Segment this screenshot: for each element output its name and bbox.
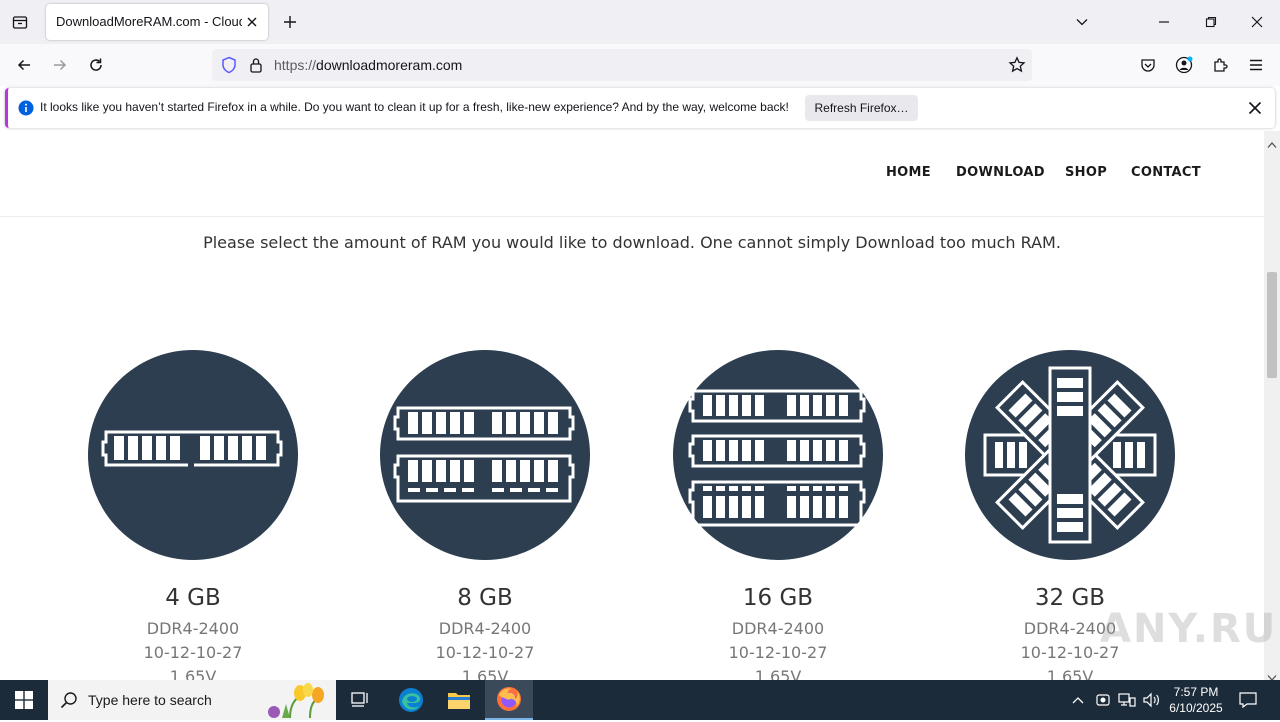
notification-message: It looks like you haven’t started Firefo… <box>40 100 789 114</box>
nav-bar: https://downloadmoreram.com <box>0 44 1280 86</box>
ram-star-icon[interactable] <box>965 345 1175 565</box>
edge-icon[interactable] <box>387 680 435 720</box>
close-notification-icon[interactable] <box>1245 98 1265 118</box>
nav-contact[interactable]: CONTACT <box>1131 165 1201 180</box>
product-timings: 10-12-10-27 <box>143 643 243 662</box>
site-nav: HOME DOWNLOAD SHOP CONTACT <box>0 131 1264 217</box>
url-host: downloadmoreram.com <box>316 57 463 73</box>
scroll-thumb[interactable] <box>1267 272 1277 378</box>
refresh-notification: It looks like you haven’t started Firefo… <box>5 88 1275 128</box>
product-timings: 10-12-10-27 <box>435 643 535 662</box>
product-specs: DDR4-2400 10-12-10-27 1.65V <box>375 617 595 680</box>
task-view-icon[interactable] <box>336 680 384 720</box>
web-page: HOME DOWNLOAD SHOP CONTACT Please select… <box>0 131 1264 680</box>
taskbar: Type here to search 7:57 PM 6/10/2025 <box>0 680 1280 720</box>
page-scrollbar[interactable] <box>1264 131 1280 681</box>
pocket-icon[interactable] <box>1134 51 1162 79</box>
search-icon <box>60 691 78 713</box>
clock-date: 6/10/2025 <box>1169 701 1223 715</box>
forward-icon[interactable] <box>46 51 74 79</box>
windows-start-icon[interactable] <box>0 680 48 720</box>
refresh-firefox-button[interactable]: Refresh Firefox… <box>805 95 918 121</box>
product-type: DDR4-2400 <box>438 619 532 638</box>
ram-2-sticks-icon[interactable] <box>380 345 590 565</box>
watermark: ANY.RUN <box>1100 606 1280 652</box>
product-size: 16 GB <box>742 585 814 611</box>
product-type: DDR4-2400 <box>146 619 240 638</box>
product-voltage: 1.65V <box>461 667 509 680</box>
product-type: DDR4-2400 <box>731 619 825 638</box>
firefox-taskbar-icon[interactable] <box>485 680 533 720</box>
clock-time: 7:57 PM <box>1173 685 1219 699</box>
minimize-icon[interactable] <box>1150 8 1178 36</box>
url-text[interactable]: https://downloadmoreram.com <box>274 57 462 73</box>
product-voltage: 1.65V <box>1046 667 1094 680</box>
tab-bar: DownloadMoreRAM.com - CloudRAM 2.0 <box>0 0 1280 44</box>
show-hidden-icons-icon[interactable] <box>1068 690 1088 710</box>
lock-icon[interactable] <box>249 57 263 77</box>
taskbar-clock[interactable]: 7:57 PM 6/10/2025 <box>1162 684 1230 716</box>
product-specs: DDR4-2400 10-12-10-27 1.65V <box>668 617 888 680</box>
info-icon <box>18 100 34 120</box>
restore-icon[interactable] <box>1197 8 1225 36</box>
ram-3-sticks-icon[interactable] <box>673 345 883 565</box>
product-timings: 10-12-10-27 <box>728 643 828 662</box>
nav-shop[interactable]: SHOP <box>1065 165 1107 180</box>
search-placeholder: Type here to search <box>88 692 212 708</box>
list-all-tabs-icon[interactable] <box>8 10 32 34</box>
bookmark-star-icon[interactable] <box>1008 56 1026 78</box>
volume-icon[interactable] <box>1141 690 1161 710</box>
network-icon[interactable] <box>1117 690 1137 710</box>
reload-icon[interactable] <box>82 51 110 79</box>
product-specs: DDR4-2400 10-12-10-27 1.65V <box>83 617 303 680</box>
tab-title: DownloadMoreRAM.com - CloudRAM 2.0 <box>56 14 242 29</box>
product-size: 4 GB <box>165 585 221 611</box>
extensions-icon[interactable] <box>1206 51 1234 79</box>
ram-1-stick-icon[interactable] <box>88 345 298 565</box>
intro-text: Please select the amount of RAM you woul… <box>203 233 1061 252</box>
url-scheme: https:// <box>274 57 317 73</box>
product-size: 8 GB <box>457 585 513 611</box>
nav-download[interactable]: DOWNLOAD <box>956 165 1045 180</box>
url-bar[interactable]: https://downloadmoreram.com <box>212 49 1032 81</box>
product-card-16gb[interactable]: 16 GB DDR4-2400 10-12-10-27 1.65V <box>668 345 888 680</box>
product-card-8gb[interactable]: 8 GB DDR4-2400 10-12-10-27 1.65V <box>375 345 595 680</box>
close-window-icon[interactable] <box>1243 8 1271 36</box>
tracking-protection-icon[interactable] <box>220 56 238 78</box>
menu-icon[interactable] <box>1242 51 1270 79</box>
active-tab[interactable]: DownloadMoreRAM.com - CloudRAM 2.0 <box>46 4 268 40</box>
product-card-4gb[interactable]: 4 GB DDR4-2400 10-12-10-27 1.65V <box>83 345 303 680</box>
chevron-down-icon[interactable] <box>1068 8 1096 36</box>
nav-home[interactable]: HOME <box>886 165 931 180</box>
file-explorer-icon[interactable] <box>435 680 483 720</box>
product-voltage: 1.65V <box>169 667 217 680</box>
notifications-icon[interactable] <box>1238 690 1258 710</box>
new-tab-icon[interactable] <box>278 10 302 34</box>
account-icon[interactable] <box>1170 51 1198 79</box>
product-voltage: 1.65V <box>754 667 802 680</box>
scroll-up-icon[interactable] <box>1267 134 1277 153</box>
taskbar-search[interactable]: Type here to search <box>48 680 336 720</box>
tulips-icon <box>260 682 332 722</box>
back-icon[interactable] <box>10 51 38 79</box>
close-tab-icon[interactable] <box>242 12 262 32</box>
security-tray-icon[interactable] <box>1093 690 1113 710</box>
